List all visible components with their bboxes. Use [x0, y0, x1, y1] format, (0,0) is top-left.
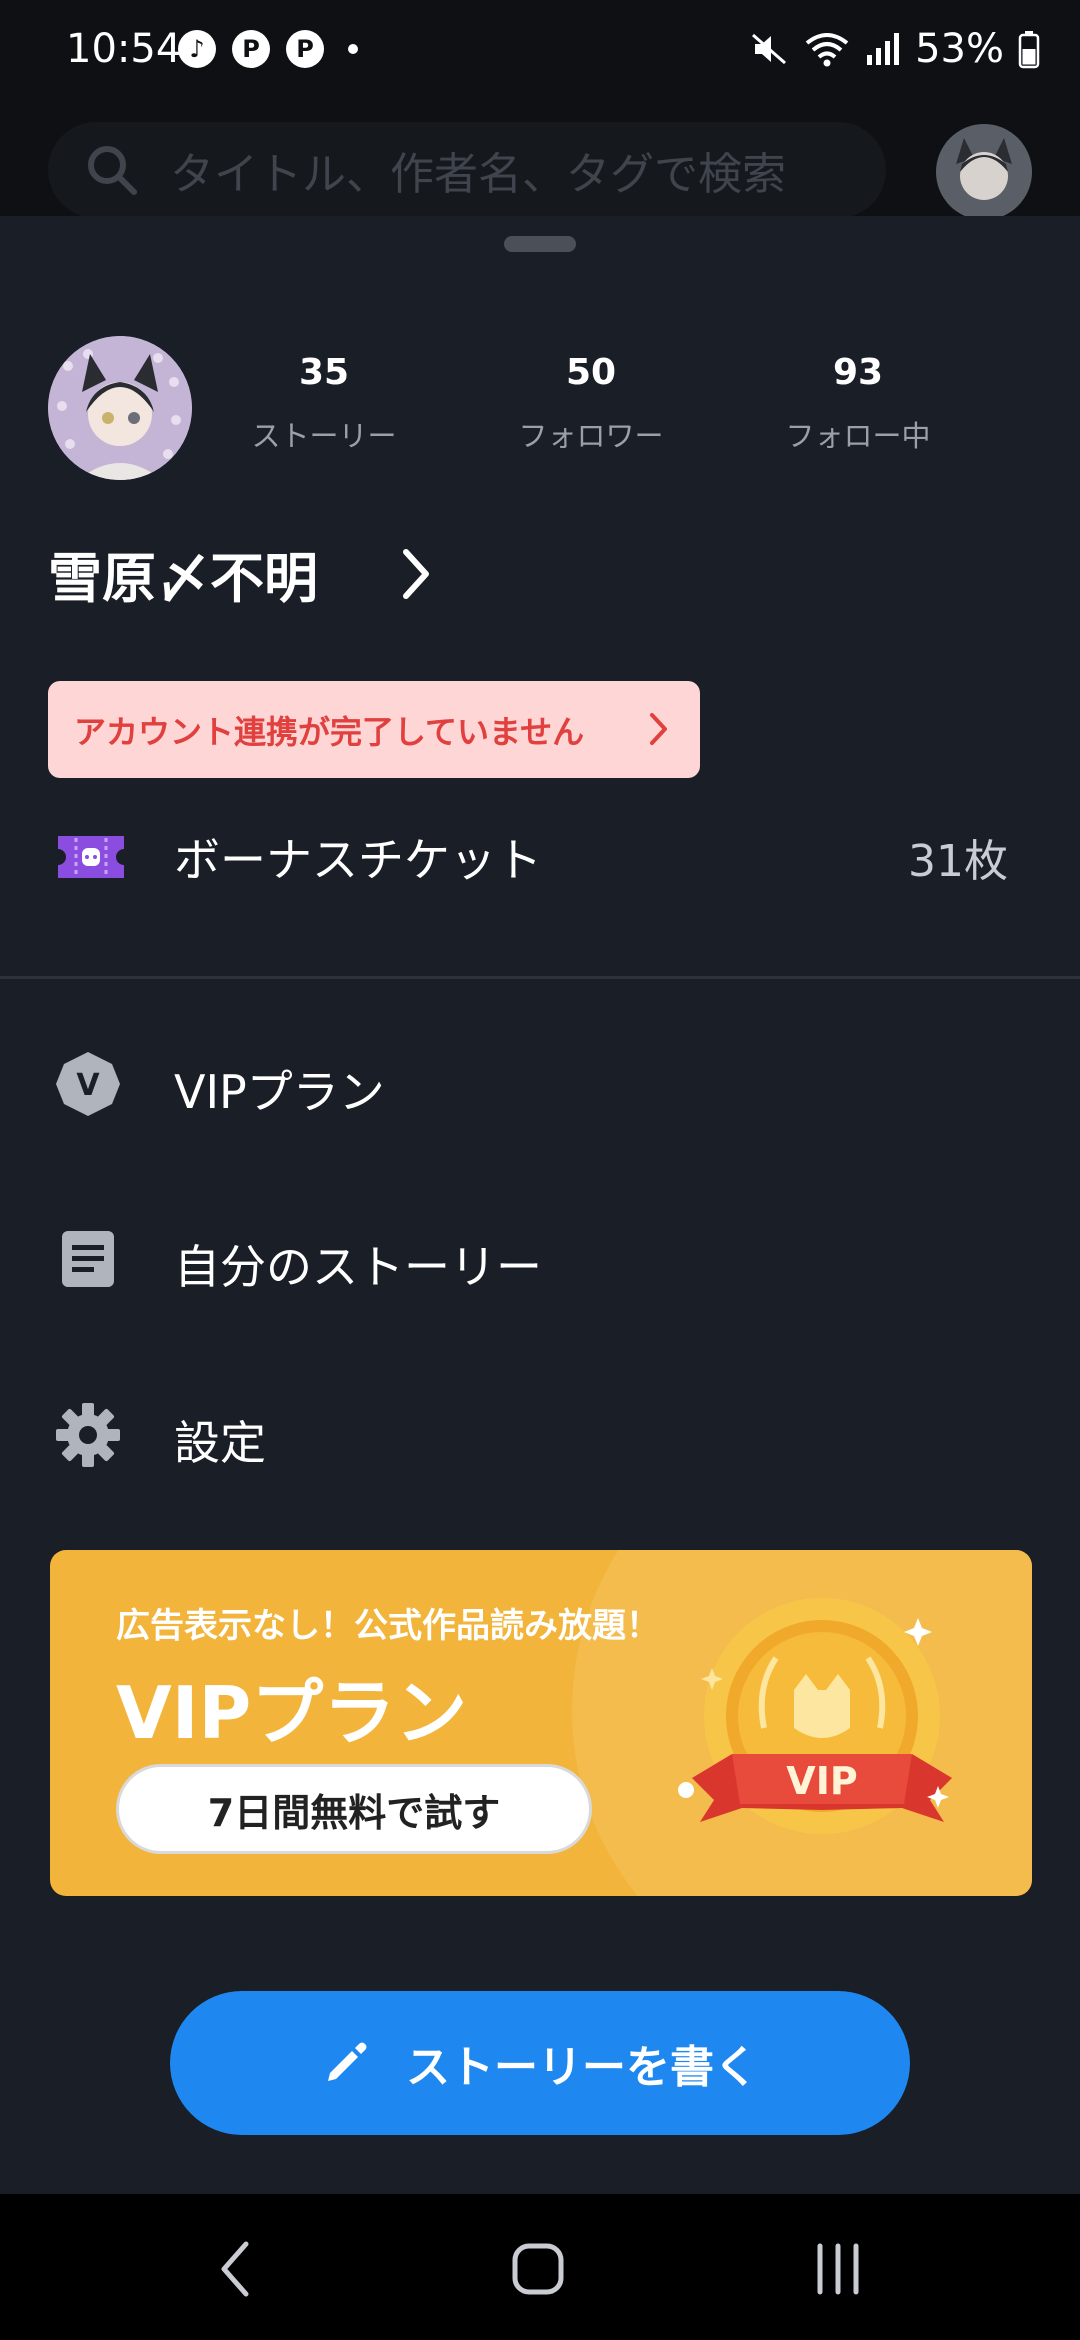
- chevron-right-icon: [403, 548, 429, 599]
- vip-tagline: 広告表示なし！公式作品読み放題！: [116, 1606, 660, 1646]
- vip-promo-banner[interactable]: 広告表示なし！公式作品読み放題！ VIPプラン 7日間無料で試す VIP: [50, 1550, 1032, 1896]
- username: 雪原〆不明: [48, 547, 318, 610]
- recent-apps-icon[interactable]: [808, 2234, 868, 2304]
- status-bar: 10:54 ♪ P P 53%: [0, 0, 1080, 110]
- battery-icon: [1018, 31, 1040, 69]
- svg-text:V: V: [76, 1068, 100, 1103]
- alert-text: アカウント連携が完了していません: [74, 712, 585, 751]
- stat-label: フォロワー: [518, 419, 664, 453]
- bonus-ticket-row[interactable]: ボーナスチケット 31枚: [0, 802, 1080, 912]
- home-icon[interactable]: [505, 2234, 575, 2304]
- account-link-alert[interactable]: アカウント連携が完了していません: [48, 681, 700, 778]
- bonus-ticket-label: ボーナスチケット: [174, 833, 542, 887]
- sheet-drag-handle[interactable]: [504, 236, 576, 252]
- document-icon: [62, 1231, 114, 1287]
- write-story-label: ストーリーを書く: [406, 2042, 758, 2093]
- vip-badge-text: VIP: [786, 1759, 857, 1803]
- header-avatar: [936, 124, 1032, 220]
- p-app-icon: P: [232, 30, 270, 68]
- stat-followers[interactable]: 50 フォロワー: [491, 352, 691, 455]
- dot-icon: [348, 44, 358, 54]
- signal-icon: [867, 33, 900, 65]
- ticket-icon: [58, 836, 124, 878]
- menu-item-label: 自分のストーリー: [174, 1240, 542, 1294]
- bonus-ticket-count: 31枚: [908, 836, 1008, 887]
- status-notification-icons: ♪ P P: [178, 30, 358, 68]
- menu-item-settings[interactable]: 設定: [0, 1375, 1080, 1495]
- stat-stories[interactable]: 35 ストーリー: [224, 352, 424, 455]
- search-icon: [88, 146, 137, 195]
- divider: [0, 976, 1080, 979]
- username-row[interactable]: 雪原〆不明: [48, 534, 434, 613]
- search-placeholder: タイトル、作者名、タグで検索: [170, 149, 786, 200]
- status-time: 10:54: [66, 26, 182, 72]
- background-search-bar: タイトル、作者名、タグで検索: [48, 122, 886, 218]
- vip-medal-icon: VIP: [678, 1598, 952, 1834]
- write-story-button[interactable]: ストーリーを書く: [170, 1991, 910, 2135]
- navigation-bar: [0, 2194, 1080, 2340]
- battery-percent: 53%: [915, 26, 1004, 72]
- stat-value: 93: [832, 352, 884, 393]
- mute-icon: [752, 33, 787, 65]
- menu-item-vip-plan[interactable]: V VIPプラン: [0, 1024, 1080, 1144]
- vip-title: VIPプラン: [116, 1671, 468, 1755]
- pencil-icon: [328, 2042, 367, 2081]
- chevron-right-icon: [650, 713, 667, 745]
- stat-value: 35: [298, 352, 350, 393]
- stat-label: ストーリー: [251, 419, 397, 453]
- wifi-icon: [805, 33, 849, 67]
- stat-following[interactable]: 93 フォロー中: [758, 352, 958, 455]
- stat-value: 50: [565, 352, 617, 393]
- p-app-icon: P: [286, 30, 324, 68]
- vip-icon: V: [56, 1052, 120, 1116]
- music-app-icon: ♪: [178, 30, 216, 68]
- back-icon[interactable]: [206, 2234, 266, 2304]
- menu-item-label: VIPプラン: [174, 1065, 385, 1119]
- background-header: タイトル、作者名、タグで検索: [0, 110, 1080, 220]
- menu-item-my-stories[interactable]: 自分のストーリー: [0, 1199, 1080, 1319]
- menu-item-label: 設定: [174, 1416, 266, 1470]
- gear-icon: [56, 1403, 120, 1467]
- stat-label: フォロー中: [785, 419, 931, 453]
- status-system-icons: 53%: [749, 26, 1040, 72]
- profile-sheet: 35 ストーリー 50 フォロワー 93 フォロー中 雪原〆不明 アカウント連携…: [0, 216, 1080, 2194]
- free-trial-button[interactable]: 7日間無料で試す: [116, 1764, 592, 1854]
- avatar[interactable]: [48, 336, 192, 480]
